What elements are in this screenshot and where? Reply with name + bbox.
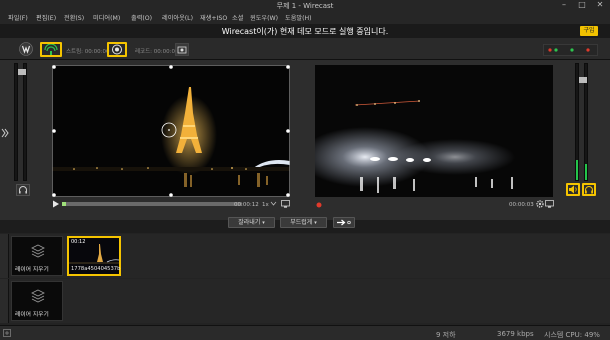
live-headphones-icon[interactable] [584, 185, 594, 194]
scrubber-track[interactable] [62, 202, 242, 206]
buy-button[interactable]: 구입 [580, 26, 598, 36]
maximize-button[interactable]: □ [573, 0, 591, 11]
menu-switch[interactable]: 전환(S) [64, 13, 84, 22]
live-time-label: 00:00:03 [509, 202, 534, 208]
left-audio-meter-2 [23, 63, 27, 181]
media-shot-duration: 00:12 [71, 239, 86, 245]
live-record-indicator-icon [316, 202, 322, 208]
menu-output[interactable]: 출력(O) [131, 13, 152, 22]
speaker-icon[interactable] [568, 185, 578, 194]
wirecast-logo-icon[interactable] [19, 42, 33, 56]
cpu-status: 시스템 CPU: 49% [544, 331, 600, 339]
smooth-transition-button[interactable]: 부드럽게 ▾ [280, 217, 327, 228]
left-audio-meter-1 [14, 63, 18, 181]
media-shot-label: 1778a450404537b [71, 266, 121, 272]
smooth-transition-label: 부드럽게 [290, 219, 313, 226]
bitrate-status: 3679 kbps [497, 330, 534, 338]
window-title: 무제 1 - Wirecast [276, 2, 334, 10]
layer-2-clear-shot[interactable]: 레이어 지우기 [11, 281, 63, 321]
demo-banner-text: Wirecast이(가) 현재 데모 모드로 실행 중입니다. [221, 27, 389, 36]
cut-transition-button[interactable]: 잘라내기 ▾ [228, 217, 275, 228]
menu-window[interactable]: 윈도우(W) [250, 13, 278, 22]
cut-transition-label: 잘라내기 [238, 219, 261, 226]
layer-2-row [9, 279, 610, 323]
preview-headphones-icon[interactable] [16, 184, 30, 196]
preview-image [52, 65, 290, 197]
go-button[interactable] [333, 217, 355, 228]
stream-time-label: 스트림: 00:00:00 [66, 49, 110, 55]
layers-icon [31, 244, 45, 258]
menu-help[interactable]: 도움말(H) [285, 13, 312, 22]
layer-2-handle[interactable] [0, 279, 9, 323]
menu-file[interactable]: 파일(F) [8, 13, 28, 22]
play-icon[interactable] [52, 200, 60, 208]
left-volume-slider-handle[interactable] [12, 69, 30, 75]
cut-transition-dropdown-icon: ▾ [262, 220, 265, 226]
menu-layout[interactable]: 레이아웃(L) [162, 13, 193, 22]
layer-1-handle[interactable] [0, 234, 9, 278]
right-volume-slider-handle[interactable] [573, 77, 591, 83]
expand-sidebar-icon[interactable] [1, 128, 9, 138]
output-status-indicators[interactable] [543, 44, 598, 56]
stream-icon[interactable] [44, 44, 58, 55]
right-audio-meter-2-level [585, 164, 587, 180]
live-settings-icon[interactable] [536, 200, 544, 208]
preview-monitor-icon[interactable] [281, 200, 290, 208]
demo-banner: Wirecast이(가) 현재 데모 모드로 실행 중입니다. [0, 24, 610, 38]
menu-replay-iso[interactable]: 재생+ISO [200, 13, 227, 22]
menu-edit[interactable]: 편집(E) [36, 13, 56, 22]
go-arrow-icon [337, 219, 351, 226]
record-time-label: 레코드: 00:00:00 [135, 49, 179, 55]
record-icon[interactable] [111, 44, 123, 55]
menu-bar: 파일(F) 편집(E) 전환(S) 미디어(M) 출력(O) 레이아웃(L) 재… [0, 11, 610, 24]
add-layer-icon[interactable] [3, 329, 11, 337]
live-monitor[interactable] [315, 65, 553, 197]
playback-speed-label[interactable]: 1x [262, 202, 269, 208]
layer-1-clear-shot[interactable]: 레이어 지우기 [11, 236, 63, 276]
menu-social[interactable]: 소셜 [232, 13, 243, 22]
status-bar: 9 저하 3679 kbps 시스템 CPU: 49% [0, 325, 610, 340]
close-button[interactable]: ✕ [591, 0, 609, 11]
right-audio-meter-1-level [576, 160, 578, 180]
scrubber-progress [62, 202, 66, 206]
title-bar: 무제 1 - Wirecast – □ ✕ [0, 0, 610, 11]
live-monitor-icon[interactable] [545, 200, 554, 208]
dropped-frames-status: 9 저하 [436, 331, 456, 339]
preview-monitor[interactable] [52, 65, 290, 197]
minimize-button[interactable]: – [555, 0, 573, 11]
layer-1-clear-label: 레이어 지우기 [15, 267, 49, 273]
media-shot-eiffel[interactable]: 00:12 1778a450404537b [67, 236, 121, 276]
live-image [315, 65, 553, 197]
smooth-transition-dropdown-icon: ▾ [314, 220, 317, 226]
layers-icon [31, 289, 45, 303]
layer-2-clear-label: 레이어 지우기 [15, 312, 49, 318]
snapshot-icon[interactable] [175, 43, 189, 56]
speed-dropdown-icon[interactable] [270, 201, 277, 207]
preview-time-label: 00:00:12 [234, 202, 259, 208]
menu-media[interactable]: 미디어(M) [93, 13, 120, 22]
